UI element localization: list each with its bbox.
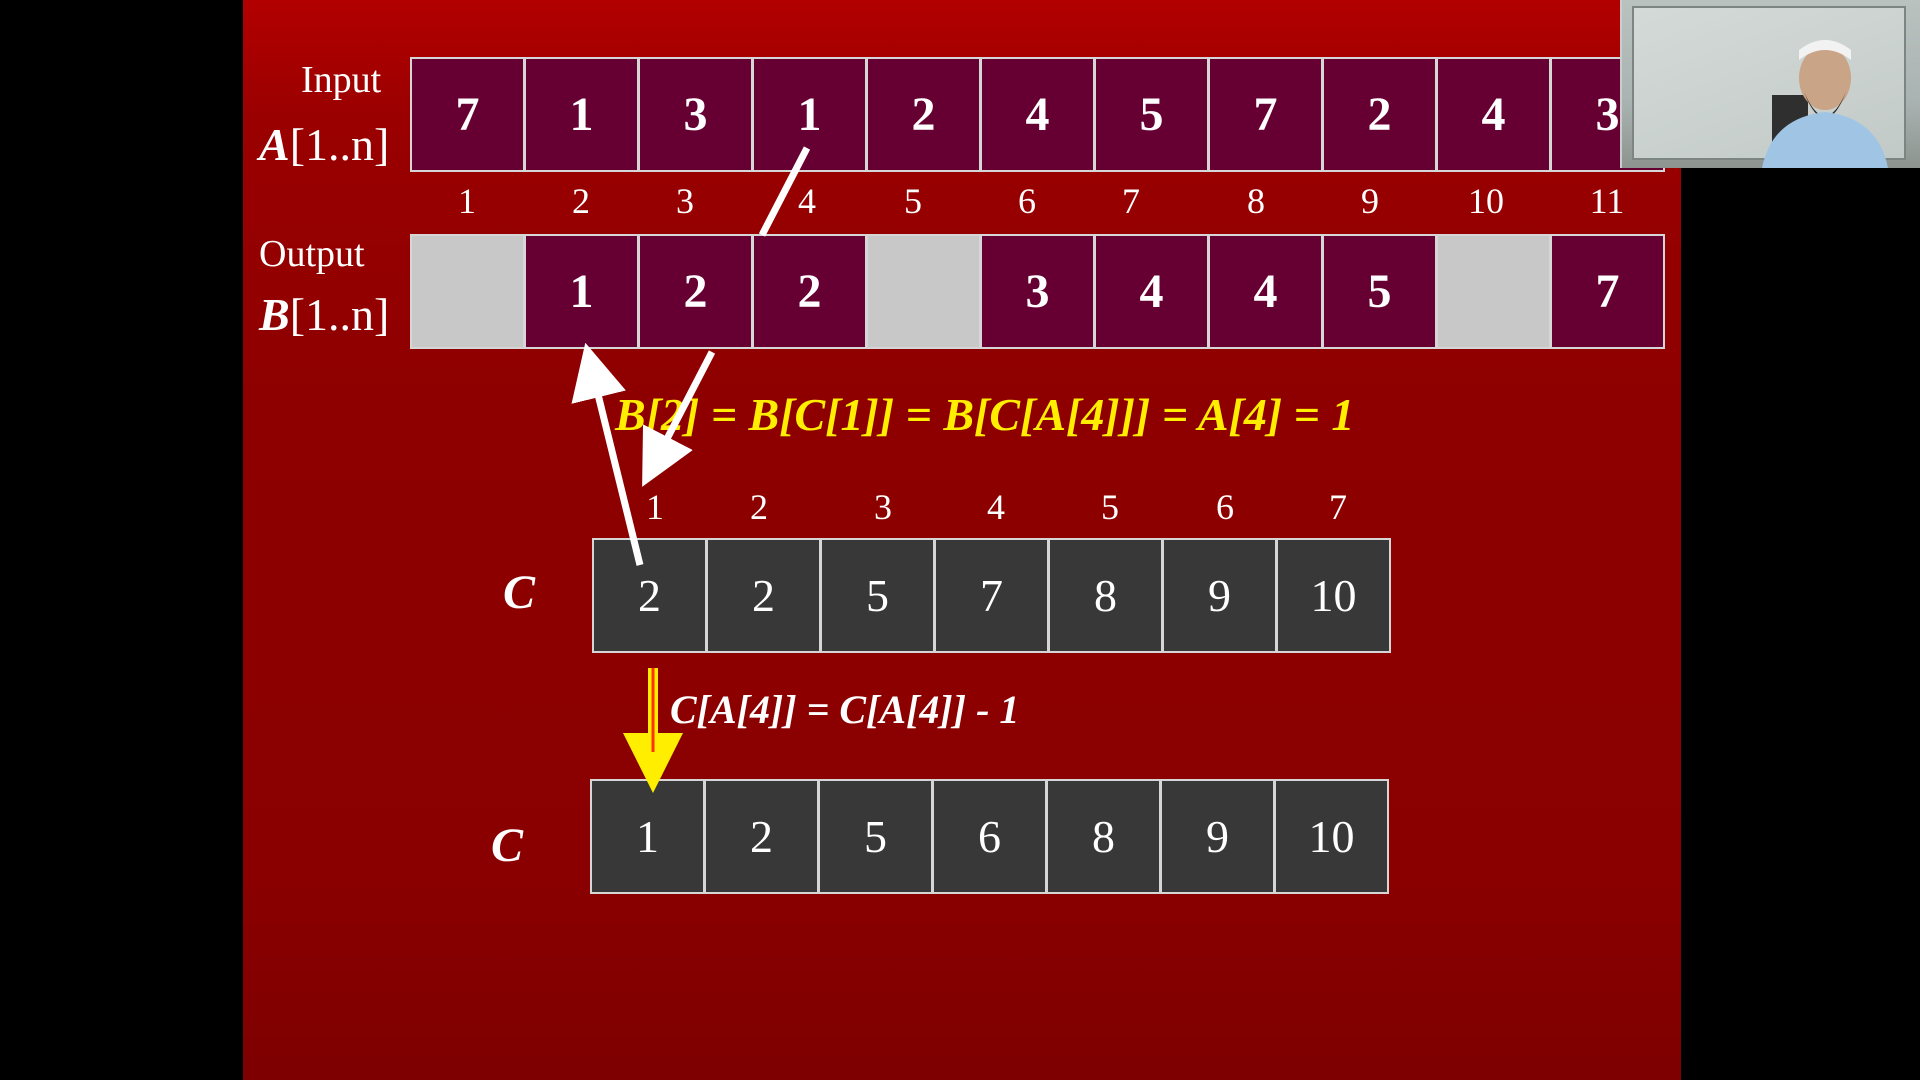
array-b-cell: 4 [1094, 234, 1209, 349]
output-array-letter: B [259, 289, 290, 340]
array-b-cell: 3 [980, 234, 1095, 349]
array-c-label: C [503, 566, 536, 619]
array-b-cell: 1 [524, 234, 639, 349]
index-label: 5 [1101, 487, 1119, 527]
array-c-cell: 2 [592, 538, 707, 653]
array-c-cell: 7 [934, 538, 1049, 653]
array-b-cell-empty [866, 234, 981, 349]
array-c-cell: 6 [932, 779, 1047, 894]
index-label: 4 [798, 181, 816, 221]
index-label: 1 [458, 181, 476, 221]
array-c-cell: 10 [1276, 538, 1391, 653]
index-label: 1 [646, 487, 664, 527]
array-b-cell-empty [1436, 234, 1551, 349]
index-label: 8 [1247, 181, 1265, 221]
index-label: 6 [1018, 181, 1036, 221]
presenter-video [1620, 0, 1920, 168]
array-a-cell: 7 [1208, 57, 1323, 172]
array-b-cell-empty [410, 234, 525, 349]
presenter-video-icon [1762, 40, 1888, 168]
index-label: 7 [1329, 487, 1347, 527]
array-c-cell: 10 [1274, 779, 1389, 894]
output-array-range: [1..n] [289, 289, 390, 340]
slide: Input A[1..n] Output B[1..n] 7 1 3 1 2 4… [243, 0, 1681, 1080]
index-label: 3 [676, 181, 694, 221]
equation-c-decrement: C[A[4]] = C[A[4]] - 1 [670, 687, 1020, 732]
array-c-cell: 5 [818, 779, 933, 894]
index-label: 2 [750, 487, 768, 527]
array-c-cell: 9 [1160, 779, 1275, 894]
input-array-letter: A [259, 119, 290, 170]
index-label: 7 [1122, 181, 1140, 221]
array-c-cell: 2 [706, 538, 821, 653]
output-array-name: B[1..n] [259, 288, 389, 341]
array-a-cell: 3 [638, 57, 753, 172]
index-label: 5 [904, 181, 922, 221]
array-a-cell: 2 [1322, 57, 1437, 172]
input-label: Input [301, 59, 382, 101]
array-a-cell: 7 [410, 57, 525, 172]
array-c-cell: 8 [1048, 538, 1163, 653]
array-b-cell: 2 [638, 234, 753, 349]
input-array-range: [1..n] [289, 119, 390, 170]
array-a-cell: 4 [980, 57, 1095, 172]
output-label: Output [259, 233, 365, 275]
array-c-cell: 8 [1046, 779, 1161, 894]
index-label: 4 [987, 487, 1005, 527]
array-c-cell: 9 [1162, 538, 1277, 653]
array-a-cell: 4 [1436, 57, 1551, 172]
index-label: 2 [572, 181, 590, 221]
array-a-cell: 1 [524, 57, 639, 172]
array-a-cell: 5 [1094, 57, 1209, 172]
array-c-cell: 1 [590, 779, 705, 894]
index-label: 3 [874, 487, 892, 527]
array-b-cell: 4 [1208, 234, 1323, 349]
array-c-cell: 2 [704, 779, 819, 894]
index-label: 6 [1216, 487, 1234, 527]
input-array-name: A[1..n] [259, 118, 389, 171]
array-b-cell: 7 [1550, 234, 1665, 349]
equation-b-assignment: B[2] = B[C[1]] = B[C[A[4]]] = A[4] = 1 [615, 389, 1355, 440]
index-label: 11 [1589, 181, 1625, 221]
array-a-cell: 2 [866, 57, 981, 172]
array-b-cell: 2 [752, 234, 867, 349]
index-label: 9 [1361, 181, 1379, 221]
index-label: 10 [1468, 181, 1504, 221]
array-a-cell: 1 [752, 57, 867, 172]
array-c-cell: 5 [820, 538, 935, 653]
array-c-label-updated: C [491, 819, 524, 872]
array-b-cell: 5 [1322, 234, 1437, 349]
